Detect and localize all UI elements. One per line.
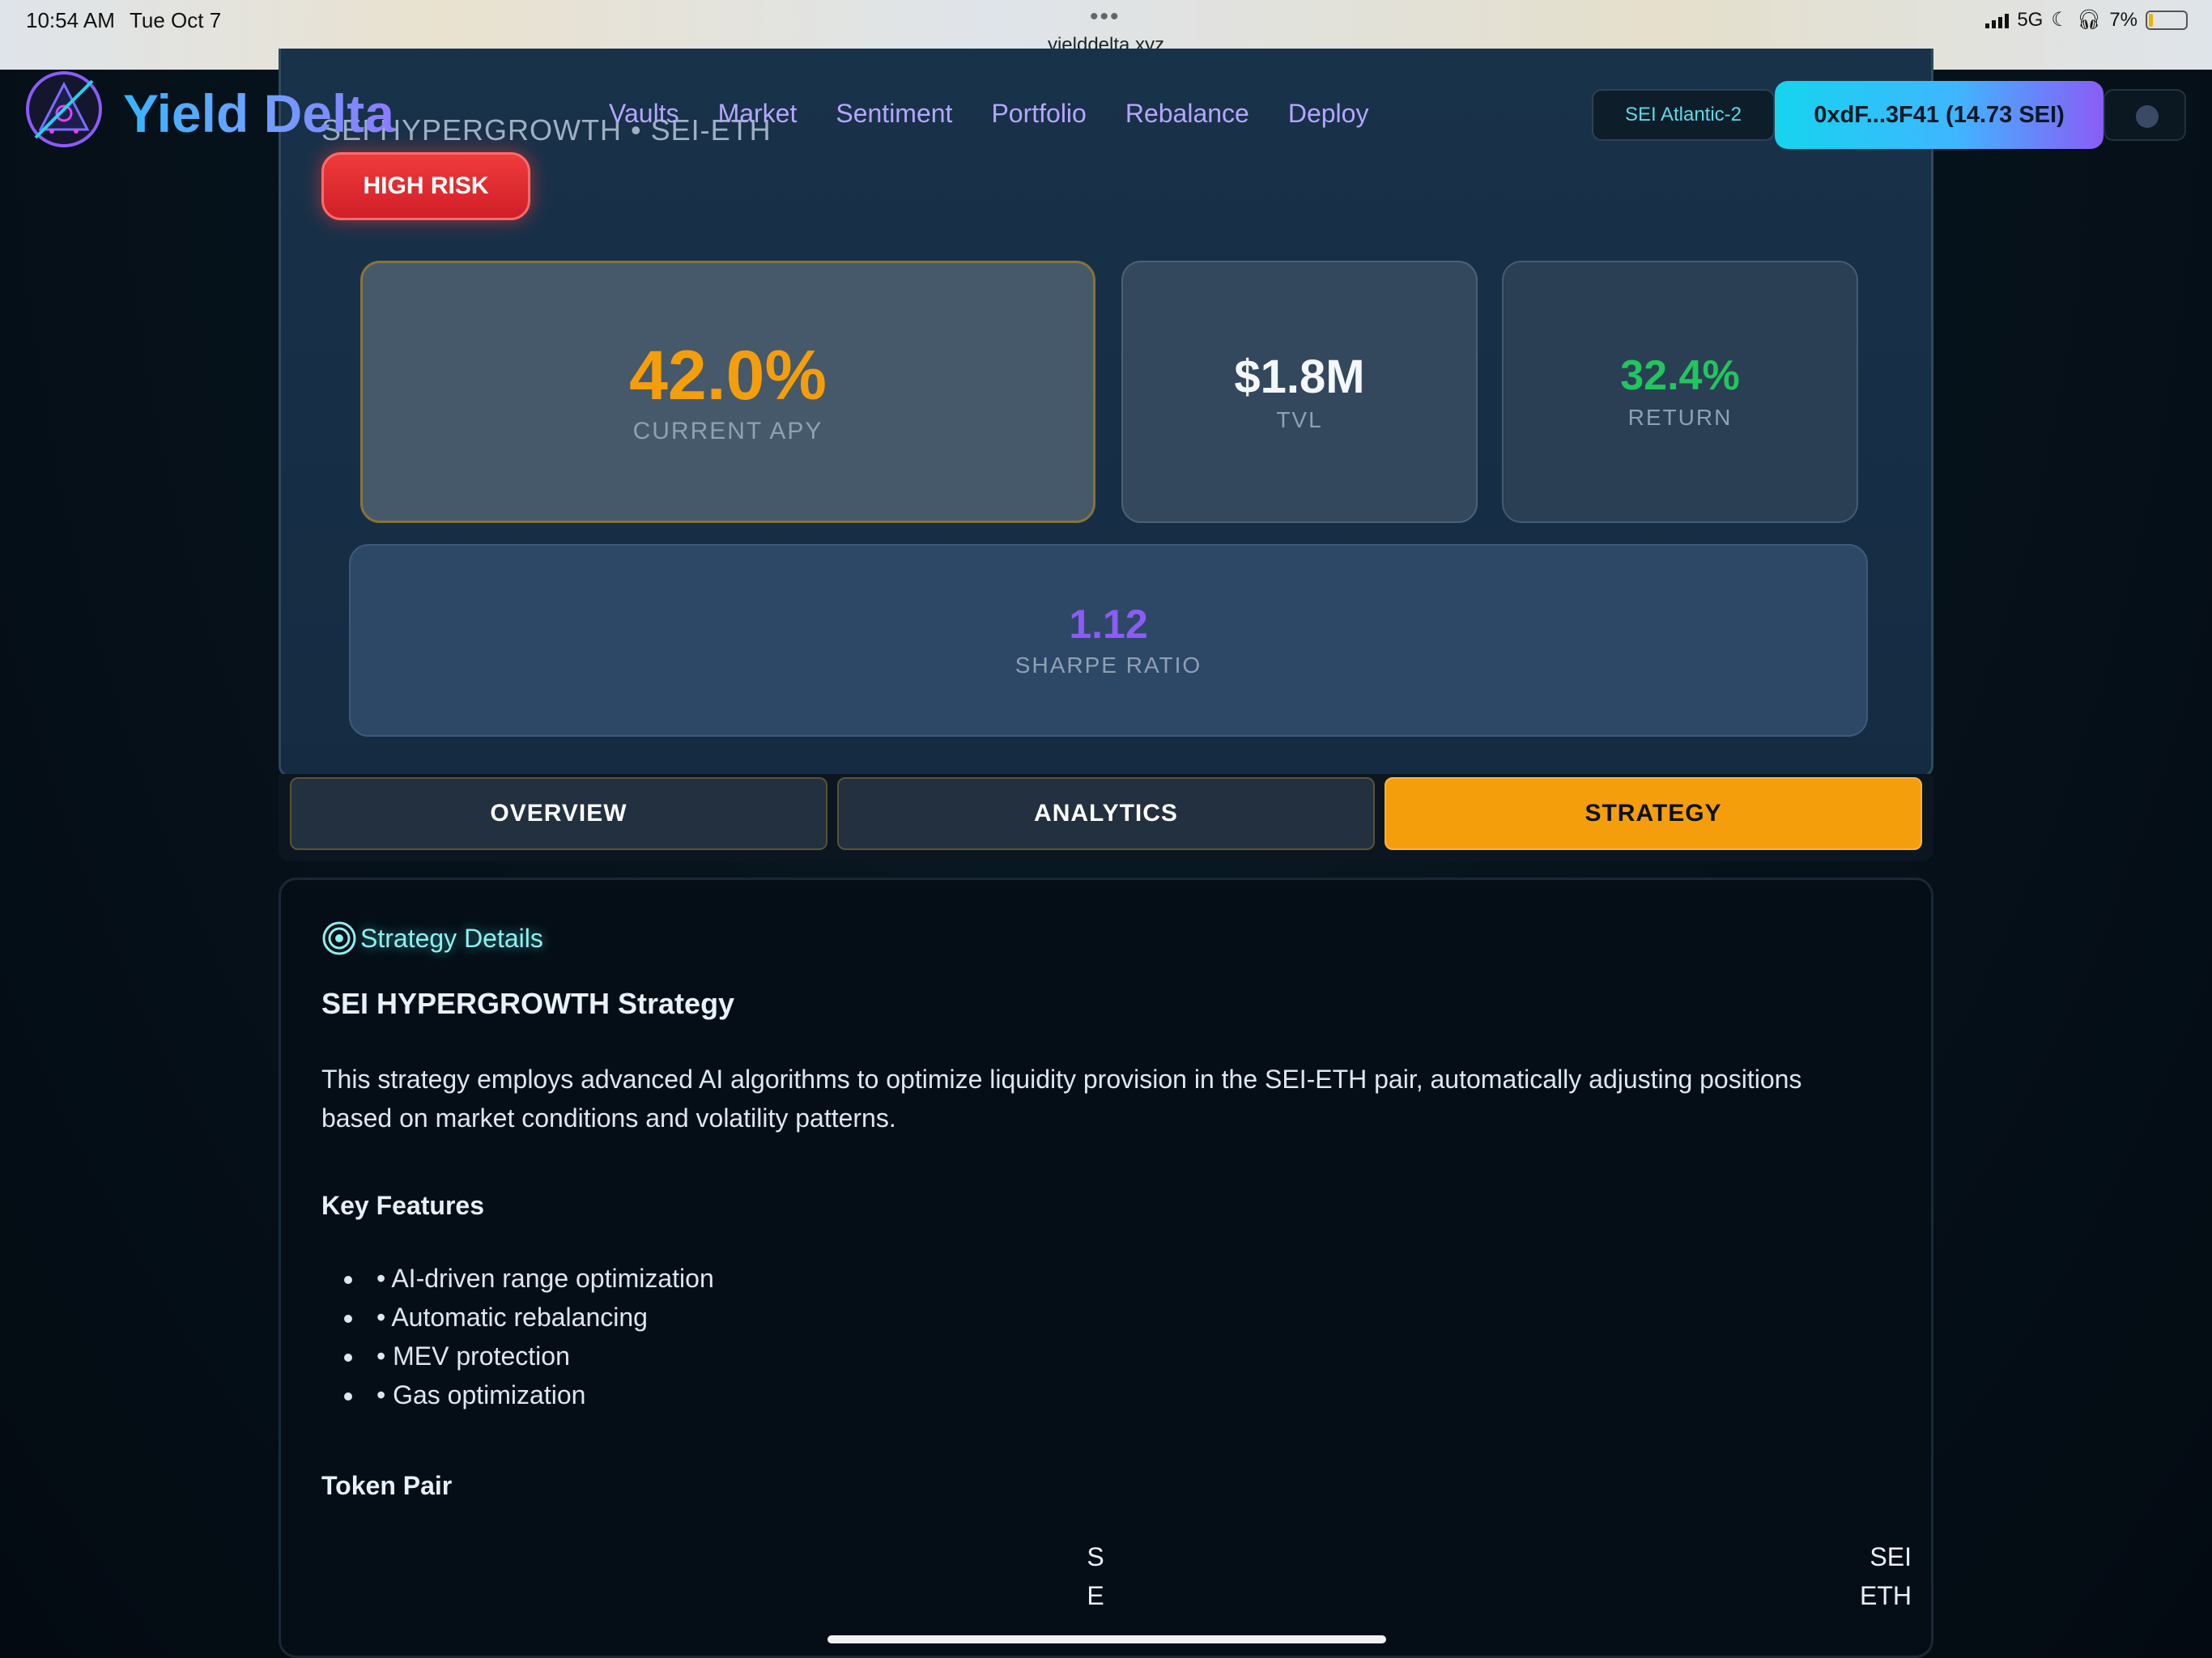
tvl-value: $1.8M: [1234, 351, 1365, 403]
theme-toggle-icon: [2136, 105, 2159, 128]
sharpe-value: 1.12: [1069, 602, 1148, 647]
return-value: 32.4%: [1620, 352, 1740, 399]
token-pair-names: SEI ETH: [1823, 1537, 1912, 1615]
apy-stat-card: 42.0% CURRENT APY: [360, 261, 1095, 523]
strategy-details-tag: Strategy Details: [321, 920, 543, 956]
key-features-list: • AI-driven range optimization • Automat…: [354, 1259, 714, 1414]
sharpe-label: SHARPE RATIO: [1015, 653, 1202, 678]
target-icon: [322, 921, 356, 955]
network-type: 5G: [2017, 8, 2044, 31]
list-item: • Automatic rebalancing: [365, 1298, 714, 1337]
token-name: ETH: [1860, 1581, 1912, 1610]
list-item: • AI-driven range optimization: [365, 1259, 714, 1298]
tvl-stat-card: $1.8M TVL: [1121, 261, 1478, 523]
signal-icon: [1985, 12, 2010, 28]
apy-value: 42.0%: [629, 337, 827, 414]
nav-link-sentiment[interactable]: Sentiment: [836, 99, 952, 129]
nav-link-vaults[interactable]: Vaults: [609, 99, 679, 129]
nav-link-rebalance[interactable]: Rebalance: [1125, 99, 1249, 129]
brand-name[interactable]: Yield Delta: [123, 83, 394, 144]
battery-percent: 7%: [2109, 8, 2138, 31]
risk-badge: HIGH RISK: [321, 152, 530, 220]
tab-strategy[interactable]: STRATEGY: [1385, 777, 1922, 850]
token-pair-icon-text: S E: [1071, 1537, 1120, 1615]
token-initial: S: [1087, 1542, 1104, 1571]
status-time: 10:54 AM: [26, 8, 115, 32]
logo-icon[interactable]: [24, 70, 104, 149]
tvl-label: TVL: [1276, 407, 1323, 432]
strategy-details-label: Strategy Details: [360, 923, 543, 953]
return-label: RETURN: [1627, 405, 1733, 430]
network-button[interactable]: SEI Atlantic-2: [1592, 89, 1775, 141]
wallet-button[interactable]: 0xdF...3F41 (14.73 SEI): [1775, 81, 2104, 149]
apy-label: CURRENT APY: [632, 418, 823, 444]
token-initial: E: [1087, 1581, 1104, 1610]
moon-icon: ☾: [2051, 9, 2069, 31]
status-date: Tue Oct 7: [130, 8, 222, 32]
token-name: SEI: [1870, 1542, 1912, 1571]
key-features-heading: Key Features: [321, 1191, 484, 1220]
nav-link-portfolio[interactable]: Portfolio: [991, 99, 1086, 129]
strategy-description: This strategy employs advanced AI algori…: [321, 1065, 1802, 1133]
strategy-title: SEI HYPERGROWTH Strategy: [321, 987, 735, 1020]
headphones-icon: 🎧︎: [2076, 9, 2102, 31]
vault-tabs: OVERVIEW ANALYTICS STRATEGY: [279, 774, 1933, 861]
sharpe-stat-card: 1.12 SHARPE RATIO: [349, 544, 1868, 737]
nav-link-deploy[interactable]: Deploy: [1288, 99, 1369, 129]
token-pair-heading: Token Pair: [321, 1471, 453, 1500]
nav-link-market[interactable]: Market: [718, 99, 798, 129]
return-stat-card: 32.4% RETURN: [1502, 261, 1858, 523]
nav-links: Vaults Market Sentiment Portfolio Rebala…: [609, 99, 1368, 129]
battery-icon: [2146, 10, 2188, 30]
list-item: • Gas optimization: [365, 1375, 714, 1414]
theme-toggle-button[interactable]: [2104, 89, 2186, 141]
list-item: • MEV protection: [365, 1337, 714, 1375]
home-indicator[interactable]: [827, 1635, 1386, 1643]
tab-analytics[interactable]: ANALYTICS: [837, 777, 1375, 850]
browser-more-icon[interactable]: •••: [1090, 3, 1121, 31]
status-indicators: 5G ☾ 🎧︎ 7%: [1985, 8, 2188, 32]
strategy-panel: Strategy Details SEI HYPERGROWTH Strateg…: [279, 878, 1933, 1658]
top-nav: Yield Delta Vaults Market Sentiment Port…: [0, 70, 2212, 159]
tab-overview[interactable]: OVERVIEW: [290, 777, 827, 850]
